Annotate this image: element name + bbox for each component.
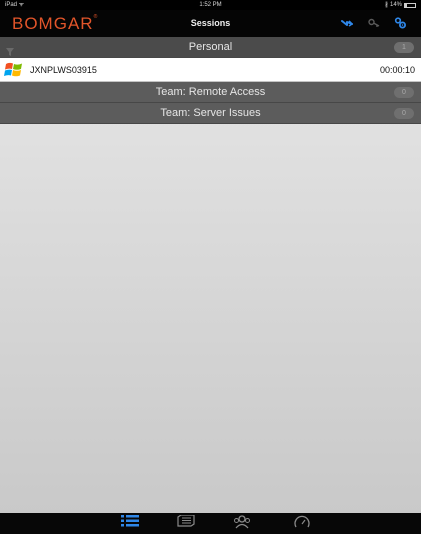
status-bar: iPad ᯤ 1:52 PM ∦ 14% [0, 0, 421, 10]
session-count-badge: 0 [394, 87, 414, 98]
settings-gear-key-icon[interactable] [393, 16, 407, 30]
tab-dashboard[interactable] [282, 515, 322, 534]
dashboard-gauge-icon [294, 515, 310, 528]
group-header-personal[interactable]: Personal 1 [0, 37, 421, 58]
session-row[interactable]: JXNPLWS03915 00:00:10 [0, 58, 421, 82]
page-title: Sessions [190, 18, 231, 28]
windows-logo-icon [4, 61, 24, 81]
server-icon [177, 515, 195, 527]
team-icon [234, 515, 250, 529]
group-header-team-server-issues[interactable]: Team: Server Issues 0 [0, 103, 421, 124]
navigation-bar: BOMGAR® Sessions [0, 10, 421, 37]
group-name: Team: Server Issues [160, 107, 261, 119]
session-count-badge: 1 [394, 42, 414, 53]
session-elapsed-time: 00:00:10 [379, 65, 415, 75]
group-header-team-remote-access[interactable]: Team: Remote Access 0 [0, 82, 421, 103]
group-name: Team: Remote Access [155, 86, 266, 98]
clock: 1:52 PM [199, 2, 222, 8]
bluetooth-icon: ∦ [384, 2, 388, 8]
list-icon [121, 515, 139, 527]
group-name: Personal [188, 41, 233, 53]
battery-icon [404, 2, 416, 8]
battery-indicator: ∦ 14% [385, 0, 416, 10]
battery-percent: 14% [389, 2, 402, 8]
session-name: JXNPLWS03915 [30, 65, 97, 75]
session-count-badge: 0 [394, 108, 414, 119]
tab-team-chat[interactable] [222, 515, 262, 534]
tab-jump-items[interactable] [166, 515, 206, 534]
transfer-arrow-icon[interactable] [340, 16, 354, 30]
sessions-list[interactable]: Personal 1 JXNPLWS03915 00:00:10 Team: R… [0, 37, 421, 513]
tab-bar [0, 513, 421, 534]
tab-sessions[interactable] [110, 515, 150, 534]
key-icon[interactable] [367, 16, 381, 30]
